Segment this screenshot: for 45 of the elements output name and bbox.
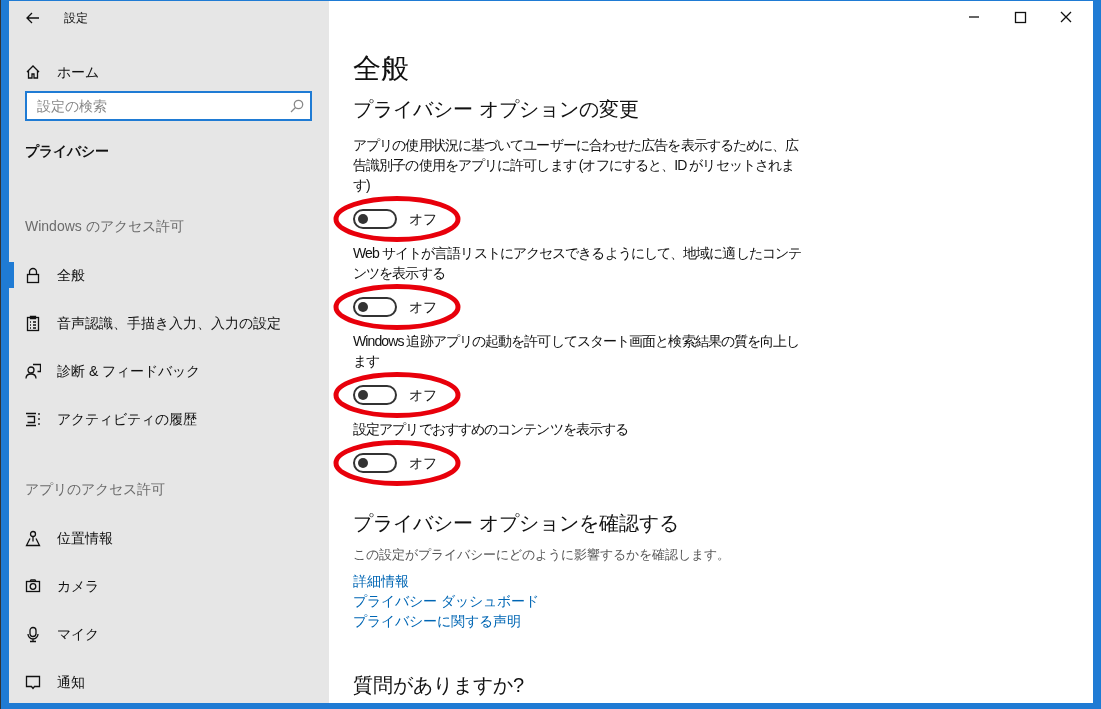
- toggle-state-label: オフ: [409, 209, 437, 229]
- setting-description: Web サイトが言語リストにアクセスできるようにして、地域に適したコンテンツを表示する: [353, 244, 803, 283]
- home-icon: [25, 64, 41, 80]
- toggle-state-label: オフ: [409, 385, 437, 405]
- section-title: プライバシー: [25, 142, 110, 161]
- setting-description: アプリの使用状況に基づいてユーザーに合わせた広告を表示するために、広告識別子の使用をアプリに許可します (オフにすると、ID がリセットされます): [353, 136, 800, 195]
- link[interactable]: 詳細情報: [353, 571, 409, 591]
- search-field[interactable]: 設定の検索: [25, 91, 312, 121]
- timeline-icon: [25, 410, 41, 428]
- section-heading: プライバシー オプションを確認する: [353, 511, 680, 536]
- section-heading: 質問がありますか?: [353, 673, 526, 698]
- back-arrow-icon[interactable]: [26, 11, 40, 24]
- nav-item[interactable]: 診断 & フィードバック: [57, 360, 201, 382]
- toggle-state-label: オフ: [409, 453, 437, 473]
- section-heading: プライバシー オプションの変更: [353, 97, 640, 122]
- nav-item[interactable]: 音声認識、手描き入力、入力の設定: [57, 312, 281, 334]
- nav-item[interactable]: カメラ: [57, 575, 99, 597]
- nav-item[interactable]: アクティビティの履歴: [57, 408, 197, 430]
- lock-icon: [25, 266, 41, 284]
- page-title: 全般: [353, 52, 410, 86]
- window-title: 設定: [64, 9, 88, 27]
- toggle-switch[interactable]: [353, 453, 397, 473]
- group-heading: Windows のアクセス許可: [25, 217, 185, 236]
- notification-icon: [25, 673, 41, 691]
- clipboard-icon: [25, 314, 41, 332]
- setting-description: 設定アプリでおすすめのコンテンツを表示する: [353, 420, 630, 439]
- nav-item[interactable]: 位置情報: [57, 527, 113, 549]
- setting-description: Windows 追跡アプリの起動を許可してスタート画面と検索結果の質を向上します: [353, 332, 801, 371]
- toggle-state-label: オフ: [409, 297, 437, 317]
- link[interactable]: プライバシー ダッシュボード: [353, 591, 539, 611]
- location-icon: [25, 529, 41, 547]
- toggle-switch[interactable]: [353, 209, 397, 229]
- nav-item[interactable]: 通知: [57, 671, 85, 693]
- link[interactable]: プライバシーに関する声明: [353, 611, 521, 631]
- camera-icon: [25, 577, 41, 595]
- toggle-switch[interactable]: [353, 297, 397, 317]
- microphone-icon: [25, 625, 41, 643]
- feedback-icon: [25, 362, 41, 380]
- home-link[interactable]: ホーム: [57, 61, 99, 83]
- section-description: この設定がプライバシーにどのように影響するかを確認します。: [353, 546, 731, 564]
- nav-item[interactable]: マイク: [57, 623, 99, 645]
- search-icon[interactable]: [290, 99, 304, 113]
- nav-item[interactable]: 全般: [57, 264, 85, 286]
- toggle-switch[interactable]: [353, 385, 397, 405]
- group-heading: アプリのアクセス許可: [25, 480, 166, 499]
